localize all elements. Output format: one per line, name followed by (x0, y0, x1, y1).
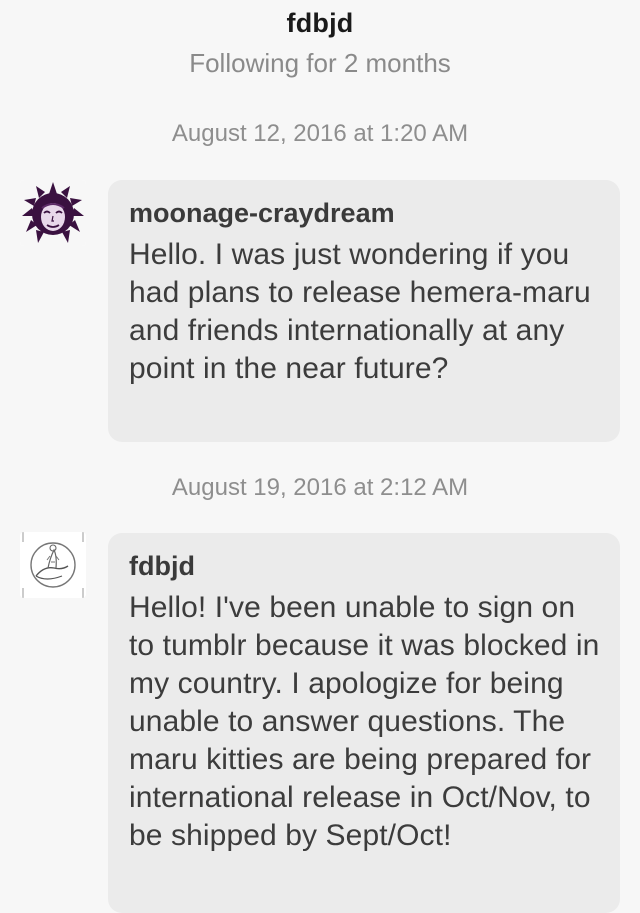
sender-name[interactable]: moonage-craydream (129, 196, 600, 230)
message-bubble: fdbjd Hello! I've been unable to sign on… (108, 533, 620, 913)
conversation-header: fdbjd Following for 2 months (0, 0, 640, 90)
following-duration: Following for 2 months (189, 48, 451, 78)
message-text: Hello. I was just wondering if you had p… (129, 238, 591, 385)
hand-with-doll-sketch-avatar-icon (20, 532, 86, 598)
message-text: Hello! I've been unable to sign on to tu… (129, 591, 600, 852)
conversation-title[interactable]: fdbjd (0, 8, 640, 39)
purple-sun-face-avatar-icon (20, 180, 86, 246)
message-timestamp: August 12, 2016 at 1:20 AM (171, 120, 469, 147)
message-timestamp: August 19, 2016 at 2:12 AM (171, 474, 469, 501)
avatar[interactable] (20, 532, 86, 598)
message-bubble: moonage-craydream Hello. I was just wond… (108, 180, 620, 442)
sender-name[interactable]: fdbjd (129, 549, 600, 583)
avatar[interactable] (20, 180, 86, 246)
